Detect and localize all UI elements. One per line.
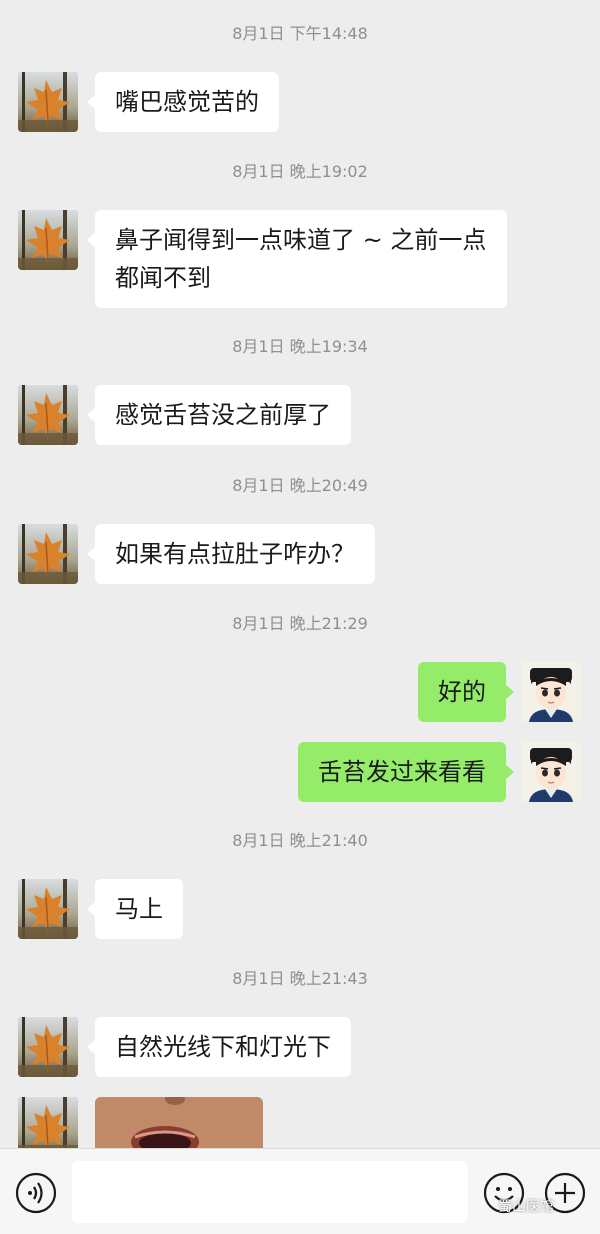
timestamp: 8月1日 晚上19:34: [232, 337, 368, 356]
timestamp: 8月1日 晚上21:43: [232, 969, 368, 988]
contact-avatar[interactable]: [18, 524, 78, 584]
outgoing-message[interactable]: 好的: [418, 662, 514, 722]
timestamp: 8月1日 晚上19:02: [232, 162, 368, 181]
incoming-message[interactable]: 如果有点拉肚子咋办？: [87, 524, 375, 584]
contact-avatar[interactable]: [18, 879, 78, 939]
timestamp: 8月1日 晚上20:49: [232, 476, 368, 495]
my-avatar[interactable]: [521, 742, 581, 802]
voice-icon[interactable]: [15, 1172, 57, 1214]
incoming-message[interactable]: 自然光线下和灯光下: [87, 1017, 351, 1077]
contact-avatar[interactable]: [18, 72, 78, 132]
contact-avatar[interactable]: [18, 1017, 78, 1077]
timestamp: 8月1日 晚上21:29: [232, 614, 368, 633]
contact-avatar[interactable]: [18, 210, 78, 270]
face-photo-image: [95, 1097, 263, 1148]
contact-avatar[interactable]: [18, 385, 78, 445]
outgoing-message[interactable]: 舌苔发过来看看: [298, 742, 514, 802]
my-avatar[interactable]: [521, 662, 581, 722]
incoming-message[interactable]: 鼻子闻得到一点味道了 ~ 之前一点都闻不到: [87, 210, 507, 308]
timestamp: 8月1日 晚上21:40: [232, 831, 368, 850]
chat-area[interactable]: 8月1日 下午14:48 嘴巴感觉苦的 8月1日 晚上19:02 鼻子闻得到一点…: [0, 0, 600, 1148]
contact-avatar[interactable]: [18, 1097, 78, 1148]
incoming-message[interactable]: 马上: [87, 879, 183, 939]
image-message[interactable]: [95, 1097, 263, 1148]
message-input[interactable]: [72, 1161, 468, 1223]
input-bar: [0, 1148, 600, 1234]
incoming-message[interactable]: 嘴巴感觉苦的: [87, 72, 279, 132]
timestamp: 8月1日 下午14:48: [232, 24, 368, 43]
watermark-text: 蜀山医馆: [498, 1199, 554, 1215]
incoming-message[interactable]: 感觉舌苔没之前厚了: [87, 385, 351, 445]
